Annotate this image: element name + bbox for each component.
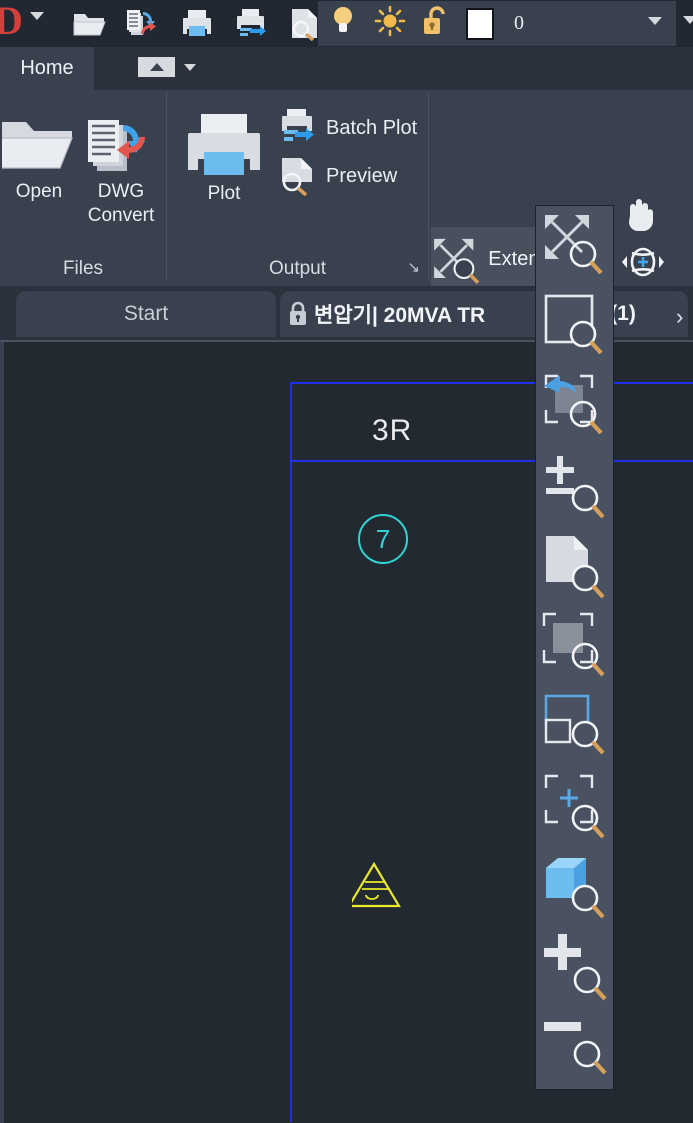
preview-button[interactable]: Preview — [277, 156, 397, 196]
flyout-item-zoom-dynamic[interactable] — [536, 606, 613, 686]
dwg-convert-button[interactable]: DWG Convert — [76, 112, 166, 228]
drawing-bubble-7: 7 — [358, 514, 408, 564]
document-tab-start[interactable]: Start — [16, 291, 276, 337]
batch-plot-icon — [282, 109, 314, 141]
quick-access-toolbar: D 0 — [0, 0, 693, 47]
plot-button[interactable]: Plot — [177, 110, 271, 206]
plot-icon — [188, 114, 260, 175]
app-logo-icon[interactable]: D — [0, 0, 34, 44]
flyout-item-zoom-all[interactable] — [536, 526, 613, 606]
orbit-icon — [622, 247, 664, 277]
orbit-button[interactable] — [620, 238, 680, 286]
ribbon-tab-row: Home — [0, 47, 693, 90]
ribbon-collapse-chevron-icon[interactable] — [184, 63, 196, 71]
document-tab-start-label: Start — [123, 302, 169, 325]
ribbon-collapse-button[interactable] — [138, 57, 175, 77]
batch-plot-label: Batch Plot — [326, 116, 418, 139]
dwg-convert-icon — [88, 120, 145, 171]
dwg-convert-button-label: DWG Convert — [87, 181, 155, 226]
drawing-line-vertical — [290, 382, 292, 1122]
flyout-item-zoom-window[interactable] — [536, 286, 613, 366]
svg-text:D: D — [0, 0, 23, 43]
panel-files-label: Files — [62, 258, 104, 279]
document-tab-active-label: 변압기| 20MVA TR — [314, 304, 486, 327]
zoom-extents-icon — [434, 238, 480, 284]
flyout-item-zoom-in[interactable] — [536, 926, 613, 1006]
preview-icon[interactable] — [288, 7, 322, 41]
layer-controls[interactable]: 0 — [318, 1, 676, 46]
drawing-line-horizontal — [290, 382, 693, 384]
pan-hand-icon — [629, 199, 653, 231]
app-menu-chevron-down-icon[interactable] — [30, 12, 44, 20]
preview-label: Preview — [326, 164, 398, 187]
drawing-line-horizontal — [290, 460, 693, 462]
panel-output: Plot Batch Plot Preview Output ↘ — [167, 90, 428, 286]
drawing-text-3r: 3R — [372, 414, 413, 447]
open-button-label: Open — [15, 181, 63, 202]
warning-triangle-icon — [347, 861, 402, 913]
flyout-item-zoom-out[interactable] — [536, 1006, 613, 1086]
layer-name-label: 0 — [514, 12, 524, 34]
document-tab-overflow-icon[interactable]: › — [676, 304, 683, 330]
batch-plot-button[interactable]: Batch Plot — [277, 108, 417, 148]
open-icon[interactable] — [72, 7, 106, 41]
canvas-left-border — [0, 342, 4, 1123]
preview-icon — [282, 158, 312, 196]
flyout-item-zoom-scale[interactable] — [536, 686, 613, 766]
output-dialog-launcher-icon[interactable]: ↘ — [407, 258, 420, 276]
layer-on-icon[interactable] — [328, 4, 358, 43]
document-tab-active[interactable]: 변압기| 20MVA TR D (1) — [280, 291, 688, 337]
flyout-item-zoom-center[interactable] — [536, 766, 613, 846]
flyout-item-zoom-object[interactable] — [536, 846, 613, 926]
layer-unlock-icon[interactable] — [422, 4, 450, 43]
layer-dropdown-chevron-icon[interactable] — [648, 17, 662, 25]
open-folder-icon — [2, 122, 73, 169]
zoom-flyout-menu[interactable] — [535, 205, 614, 1090]
flyout-item-zoom-realtime[interactable] — [536, 446, 613, 526]
flyout-item-zoom-previous[interactable] — [536, 366, 613, 446]
panel-output-label: Output — [268, 258, 327, 279]
plot-button-label: Plot — [207, 183, 241, 204]
pan-button[interactable] — [620, 190, 680, 238]
plot-icon[interactable] — [180, 7, 214, 41]
tab-home[interactable]: Home — [0, 47, 94, 90]
ribbon-minimize-controls — [138, 57, 196, 77]
dwg-convert-icon[interactable] — [126, 7, 160, 41]
autocad-window: D 0 Home Open DWG Convert Files Plot Bat… — [0, 0, 693, 1123]
quick-access-icons — [72, 0, 322, 47]
layer-thaw-icon[interactable] — [374, 5, 406, 42]
flyout-item-zoom-extents[interactable] — [536, 206, 613, 286]
qat-overflow-chevron-icon[interactable] — [683, 16, 693, 24]
batch-plot-icon[interactable] — [234, 7, 268, 41]
lock-icon — [288, 301, 308, 327]
open-button[interactable]: Open — [0, 112, 78, 204]
layer-color-swatch[interactable] — [466, 7, 494, 40]
panel-files: Open DWG Convert Files — [0, 90, 166, 286]
